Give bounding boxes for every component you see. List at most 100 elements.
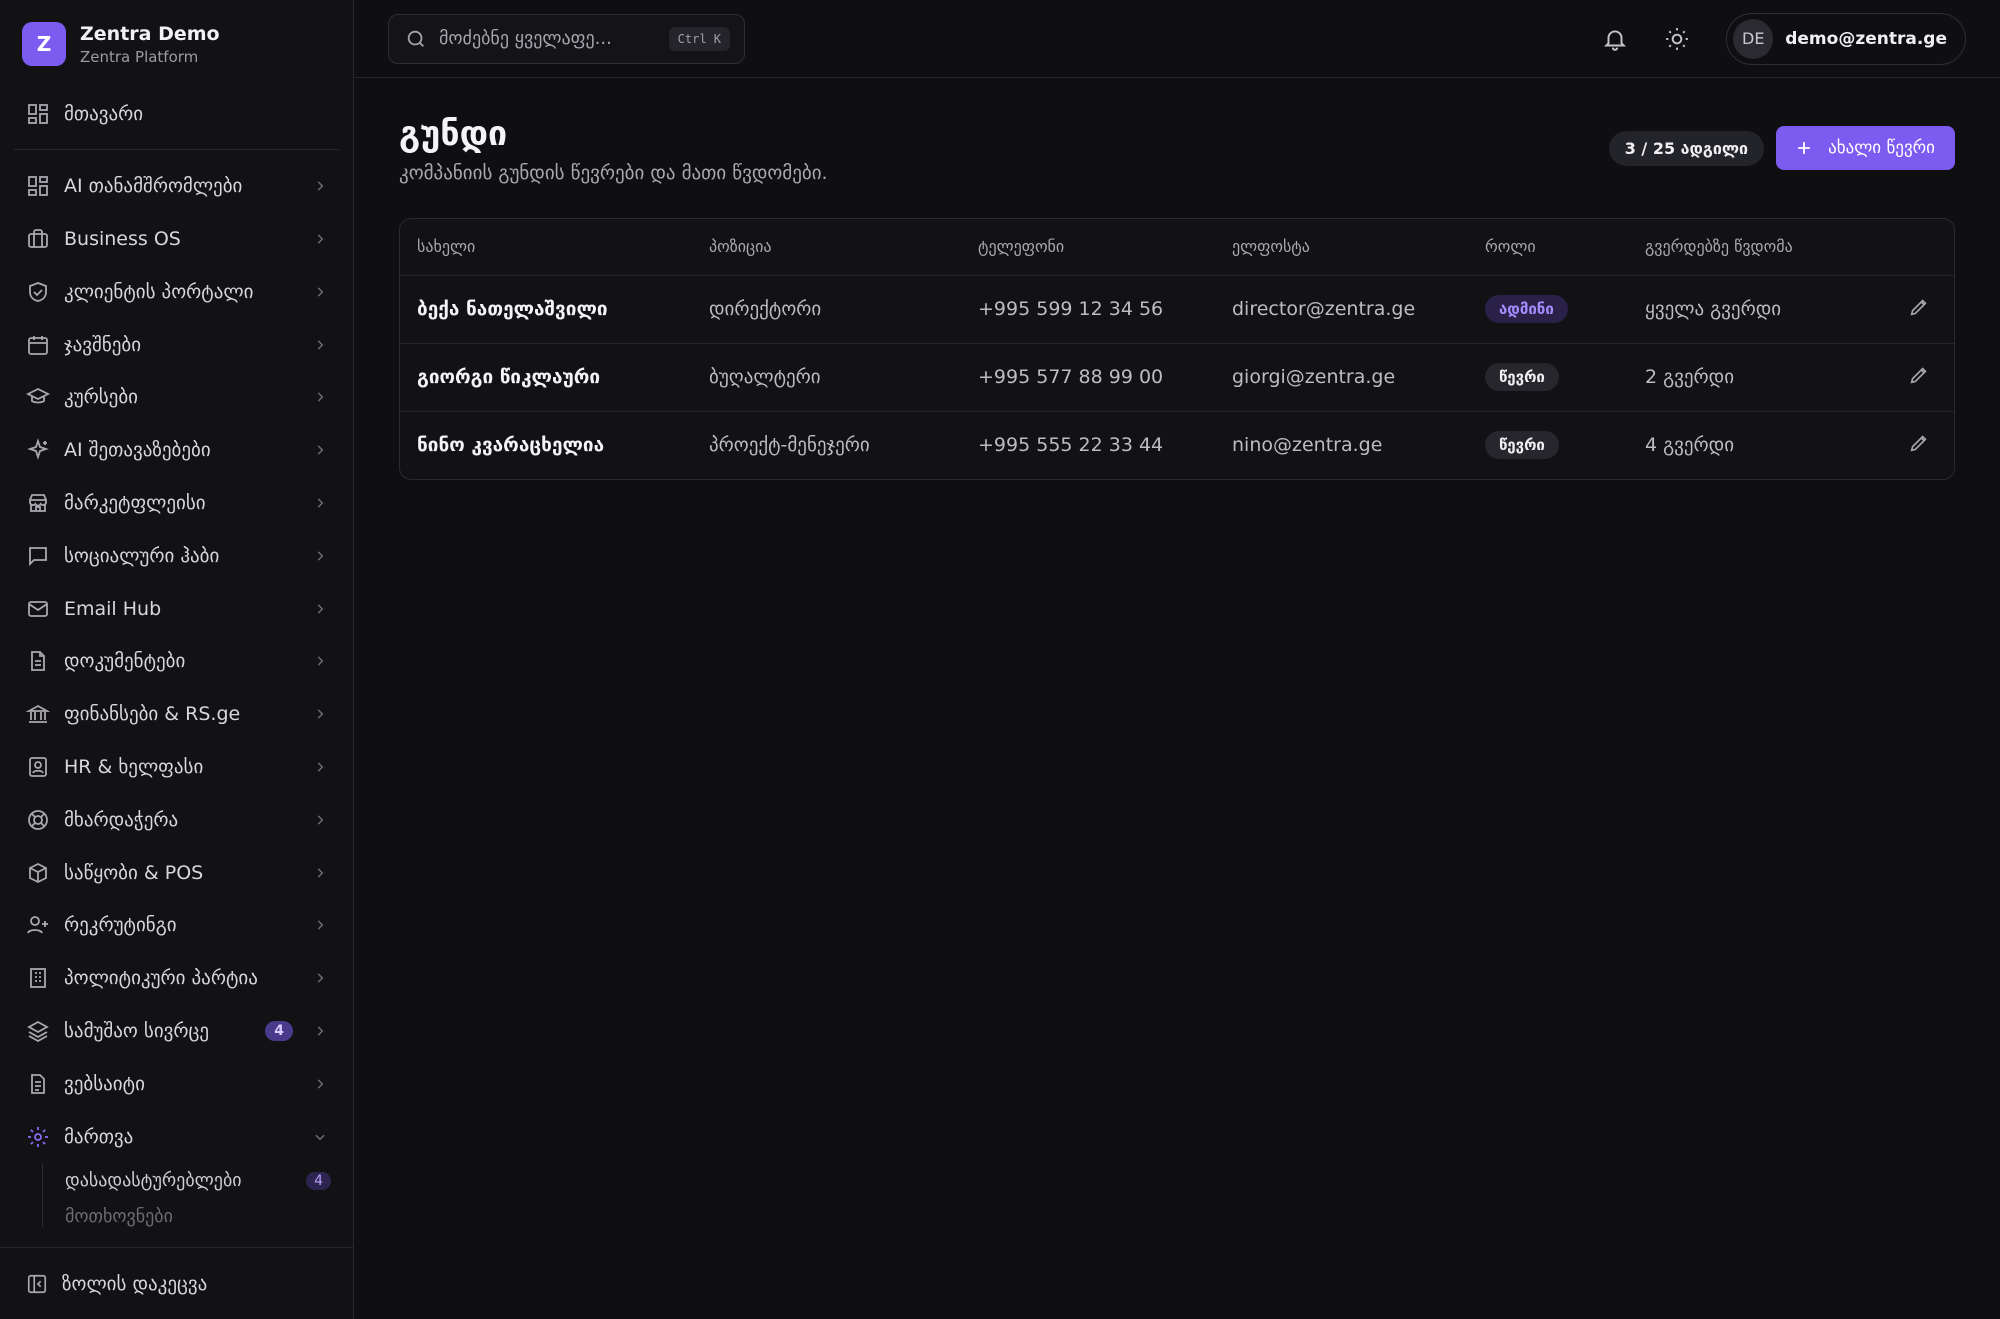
sidebar-item-courses[interactable]: კურსები	[0, 371, 353, 424]
table-row[interactable]: ბექა ნათელაშვილი დირექტორი +995 599 12 3…	[400, 275, 1954, 344]
table-row[interactable]: ნინო კვარაცხელია პროექტ-მენეჯერი +995 55…	[400, 411, 1954, 479]
sidebar-item-documents[interactable]: დოკუმენტები	[0, 635, 353, 688]
chevron-right-icon	[317, 181, 324, 191]
search-input[interactable]: მოძებნე ყველაფე... Ctrl K	[388, 13, 745, 64]
add-member-button[interactable]: ახალი წევრი	[1776, 126, 1955, 170]
sidebar-item-ai-offers[interactable]: AI შეთავაზებები	[0, 424, 353, 477]
store-icon	[29, 494, 47, 512]
bell-icon[interactable]	[1602, 26, 1628, 52]
member-email: director@zentra.ge	[1215, 275, 1468, 344]
table-header-row: სახელი პოზიცია ტელეფონი ელფოსტა როლი გვე…	[400, 219, 1954, 276]
chevron-right-icon	[317, 1079, 324, 1089]
collapse-sidebar-button[interactable]: ზოლის დაკეცვა	[0, 1247, 353, 1319]
sidebar-collapse-icon	[27, 1274, 47, 1293]
member-position: დირექტორი	[692, 275, 961, 344]
user-menu[interactable]: DE demo@zentra.ge	[1726, 12, 1966, 65]
sidebar-item-label: სამუშაო სივრცე	[64, 1019, 210, 1042]
chevron-right-icon	[317, 1026, 324, 1036]
table-row[interactable]: გიორგი წიკლაური ბუღალტერი +995 577 88 99…	[400, 343, 1954, 412]
sidebar-item-label: სოციალური ჰაბი	[64, 544, 220, 567]
sidebar-item-finance[interactable]: ფინანსები & RS.ge	[0, 688, 353, 741]
workspace-count-badge: 4	[265, 1020, 293, 1041]
member-position: პროექტ-მენეჯერი	[709, 434, 870, 457]
row-actions	[1884, 411, 1954, 479]
member-role-cell: ადმინი	[1468, 275, 1628, 344]
sparkles-icon	[27, 438, 49, 461]
sidebar-item-home[interactable]: მთავარი	[0, 88, 353, 141]
member-access: ყველა გვერდი	[1628, 275, 1884, 344]
sidebar-item-social-hub[interactable]: სოციალური ჰაბი	[0, 529, 353, 582]
search-placeholder: მოძებნე ყველაფე...	[439, 28, 612, 49]
sidebar: Z Zentra Demo Zentra Platform მთავარი AI…	[0, 0, 354, 1319]
gear-icon	[28, 1126, 48, 1147]
sidebar-item-admin[interactable]: მართვა	[0, 1110, 353, 1163]
message-icon	[29, 546, 47, 566]
sidebar-item-warehouse[interactable]: საწყობი & POS	[0, 846, 353, 899]
topbar-actions: DE demo@zentra.ge	[1602, 12, 1966, 65]
avatar: DE	[1733, 18, 1774, 59]
sidebar-item-support[interactable]: მხარდაჭერა	[0, 793, 353, 846]
sidebar-item-label: საწყობი & POS	[64, 861, 204, 884]
sidebar-item-hr[interactable]: HR & ხელფასი	[0, 741, 353, 794]
dashboard-icon	[28, 104, 48, 125]
chevron-right-icon	[317, 498, 324, 508]
submenu-item-requests[interactable]: მოთხოვნები	[43, 1199, 353, 1227]
role-badge: წევრი	[1485, 431, 1559, 460]
sidebar-item-label: კლიენტის პორტალი	[64, 280, 254, 303]
file-icon	[31, 1073, 45, 1094]
sidebar-item-political-party[interactable]: პოლიტიკური პარტია	[0, 952, 353, 1005]
sidebar-item-business-os[interactable]: Business OS	[0, 213, 353, 266]
page-title: გუნდი	[399, 114, 508, 154]
member-role-cell: წევრი	[1468, 343, 1628, 412]
main-area: მოძებნე ყველაფე... Ctrl K DE demo@zentra…	[354, 0, 2000, 1319]
chevron-right-icon	[317, 762, 324, 772]
user-email: demo@zentra.ge	[1785, 28, 1947, 49]
search-icon	[407, 30, 424, 47]
sun-icon[interactable]	[1664, 26, 1690, 52]
chevron-right-icon	[317, 392, 324, 402]
grid-icon	[28, 176, 48, 197]
sidebar-item-website[interactable]: ვებსაიტი	[0, 1057, 353, 1110]
sidebar-item-workspace[interactable]: სამუშაო სივრცე 4	[0, 1005, 353, 1058]
team-table: სახელი პოზიცია ტელეფონი ელფოსტა როლი გვე…	[399, 218, 1955, 480]
brand-text: Zentra Demo Zentra Platform	[80, 23, 220, 66]
chevron-right-icon	[317, 973, 324, 983]
pencil-icon[interactable]	[1908, 432, 1930, 454]
admin-submenu: დასადასტურებლები 4 მოთხოვნები	[42, 1162, 353, 1227]
chevron-right-icon	[317, 815, 324, 825]
chevron-right-icon	[317, 603, 324, 614]
pencil-icon[interactable]	[1908, 296, 1930, 318]
sidebar-item-label: HR & ხელფასი	[64, 755, 204, 778]
seats-badge: 3 / 25 ადგილი	[1608, 130, 1765, 166]
sidebar-item-label: ფინანსები & RS.ge	[64, 703, 241, 726]
layers-icon	[27, 1020, 49, 1042]
sidebar-item-bookings[interactable]: ჯავშნები	[0, 318, 353, 371]
add-member-label: ახალი წევრი	[1828, 138, 1935, 158]
page-header: გუნდი კომპანიის გუნდის წევრები და მათი წ…	[399, 114, 1955, 184]
sidebar-divider	[14, 148, 339, 150]
brand-logo: Z	[22, 22, 66, 66]
column-header-role: როლი	[1468, 219, 1628, 276]
submenu-item-label: დასადასტურებლები	[65, 1170, 242, 1192]
submenu-item-approvals[interactable]: დასადასტურებლები 4	[43, 1163, 353, 1199]
member-email: giorgi@zentra.ge	[1215, 343, 1468, 412]
column-header-phone: ტელეფონი	[961, 219, 1215, 276]
member-name: ნინო კვარაცხელია	[417, 434, 605, 457]
member-phone: +995 555 22 33 44	[978, 434, 1164, 457]
sidebar-item-email-hub[interactable]: Email Hub	[0, 582, 353, 635]
sidebar-item-marketplace[interactable]: მარკეტფლეისი	[0, 477, 353, 530]
sidebar-item-recruiting[interactable]: რეკრუტინგი	[0, 899, 353, 952]
team-table-grid: სახელი პოზიცია ტელეფონი ელფოსტა როლი გვე…	[400, 219, 1954, 479]
sidebar-item-label: მართვა	[64, 1125, 134, 1148]
submenu-item-label: მოთხოვნები	[65, 1206, 173, 1227]
sidebar-item-client-portal[interactable]: კლიენტის პორტალი	[0, 265, 353, 318]
chevron-down-icon	[315, 1134, 325, 1140]
sidebar-item-ai-employees[interactable]: AI თანამშრომლები	[0, 160, 353, 213]
chevron-right-icon	[317, 867, 324, 878]
member-access: 4 გვერდი	[1645, 434, 1735, 457]
user-plus-icon	[27, 916, 48, 934]
brand[interactable]: Z Zentra Demo Zentra Platform	[0, 0, 353, 88]
sidebar-item-label: ვებსაიტი	[64, 1072, 145, 1095]
pencil-icon[interactable]	[1908, 364, 1930, 386]
sidebar-item-label: მხარდაჭერა	[64, 808, 179, 831]
